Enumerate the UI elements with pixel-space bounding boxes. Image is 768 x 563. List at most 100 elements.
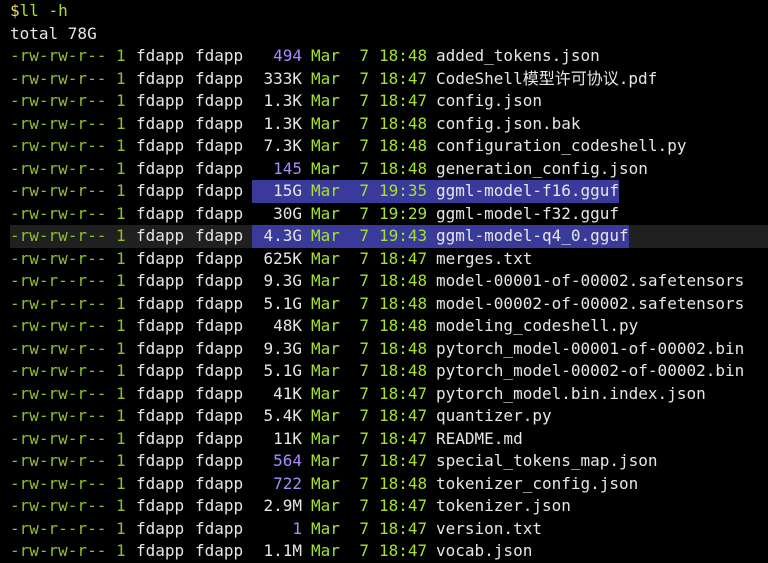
file-row[interactable]: -rw-rw-r-- 1 fdapp fdapp 4.3G Mar 7 19:43 ggml-m… <box>10 225 768 248</box>
file-link-count: 1 <box>116 46 126 65</box>
file-owner: fdapp <box>136 428 185 448</box>
file-permissions: -rw-rw-r-- <box>10 406 107 425</box>
file-owner: fdapp <box>136 136 185 155</box>
file-row[interactable]: -rw-rw-r-- 1 fdapp fdapp 2.9M Mar 7 18:47 tokeni… <box>10 495 768 518</box>
file-row[interactable]: -rw-rw-r-- 1 fdapp fdapp 625K Mar 7 18:47 merges… <box>10 248 768 271</box>
file-group: fdapp <box>195 518 244 538</box>
file-day: 7 <box>359 338 369 358</box>
file-group: fdapp <box>195 383 244 403</box>
file-row[interactable]: -rw-rw-r-- 1 fdapp fdapp 1.3K Mar 7 18:48 config… <box>10 113 768 136</box>
file-permissions: -rw-rw-r-- <box>10 181 107 200</box>
file-size: 722 <box>273 473 302 493</box>
file-time: 19:29 <box>379 203 428 223</box>
file-day: 7 <box>359 541 369 560</box>
file-month: Mar <box>311 46 340 65</box>
file-link-count: 1 <box>116 406 126 425</box>
file-row[interactable]: -rw-rw-r-- 1 fdapp fdapp 5.4K Mar 7 18:47 quanti… <box>10 405 768 428</box>
file-group: fdapp <box>195 473 244 493</box>
file-name: pytorch_model-00002-of-00002.bin <box>436 361 745 380</box>
file-day: 7 <box>359 68 369 88</box>
file-row[interactable]: -rw-rw-r-- 1 fdapp fdapp 30G Mar 7 19:29 ggml-mo… <box>10 203 768 226</box>
file-name: special_tokens_map.json <box>436 451 658 470</box>
file-group: fdapp <box>195 496 244 515</box>
prompt-sign: $ <box>10 1 20 20</box>
file-size: 145 <box>273 158 302 178</box>
file-link-count: 1 <box>116 316 126 335</box>
file-group: fdapp <box>195 271 244 290</box>
file-link-count: 1 <box>116 248 126 268</box>
file-row[interactable]: -rw-rw-r-- 1 fdapp fdapp 9.3G Mar 7 18:48 pytorc… <box>10 338 768 361</box>
file-month: Mar <box>311 316 340 335</box>
file-permissions: -rw-rw-r-- <box>10 383 107 403</box>
file-group: fdapp <box>195 113 244 133</box>
file-permissions: -rw-rw-r-- <box>10 428 107 448</box>
file-link-count: 1 <box>116 496 126 515</box>
file-row[interactable]: -rw-rw-r-- 1 fdapp fdapp 1.1M Mar 7 18:47 vocab.… <box>10 540 768 563</box>
file-link-count: 1 <box>116 158 126 178</box>
file-name: added_tokens.json <box>436 46 600 65</box>
file-permissions: -rw-rw-r-- <box>10 338 107 358</box>
file-row[interactable]: -rw-r--r-- 1 fdapp fdapp 9.3G Mar 7 18:48 model-… <box>10 270 768 293</box>
file-name: merges.txt <box>436 248 533 268</box>
file-permissions: -rw-rw-r-- <box>10 541 107 560</box>
file-permissions: -rw-r--r-- <box>10 293 107 313</box>
file-day: 7 <box>359 113 369 133</box>
file-month: Mar <box>311 361 340 380</box>
file-month: Mar <box>311 451 340 470</box>
file-owner: fdapp <box>136 541 185 560</box>
file-time: 18:48 <box>379 113 428 133</box>
terminal-window[interactable]: $ll -h total 78G -rw-rw-r-- 1 fdapp fdapp 49… <box>0 0 768 563</box>
file-row[interactable]: -rw-rw-r-- 1 fdapp fdapp 15G Mar 7 19:35 ggml-mo… <box>10 180 768 203</box>
file-time: 19:43 <box>369 225 427 248</box>
file-link-count: 1 <box>116 473 126 493</box>
file-time: 19:35 <box>369 180 427 203</box>
file-row[interactable]: -rw-r--r-- 1 fdapp fdapp 1 Mar 7 18:47 version.t… <box>10 518 768 541</box>
file-time: 18:47 <box>379 248 428 268</box>
file-day: 7 <box>359 203 369 223</box>
file-size: 494 <box>273 46 302 65</box>
file-row[interactable]: -rw-rw-r-- 1 fdapp fdapp 722 Mar 7 18:48 tokeniz… <box>10 473 768 496</box>
file-size: 9.3G <box>263 338 302 358</box>
file-day: 7 <box>359 451 369 470</box>
file-month: Mar <box>311 473 340 493</box>
file-row[interactable]: -rw-rw-r-- 1 fdapp fdapp 333K Mar 7 18:47 CodeSh… <box>10 68 768 91</box>
file-owner: fdapp <box>136 271 185 290</box>
file-row[interactable]: -rw-rw-r-- 1 fdapp fdapp 145 Mar 7 18:48 generat… <box>10 158 768 181</box>
file-permissions: -rw-rw-r-- <box>10 91 107 110</box>
file-row[interactable]: -rw-rw-r-- 1 fdapp fdapp 41K Mar 7 18:47 pytorch… <box>10 383 768 406</box>
file-link-count: 1 <box>116 293 126 313</box>
file-time: 18:48 <box>379 338 428 358</box>
file-link-count: 1 <box>116 361 126 380</box>
file-link-count: 1 <box>116 451 126 470</box>
file-link-count: 1 <box>116 541 126 560</box>
file-link-count: 1 <box>116 113 126 133</box>
file-link-count: 1 <box>116 68 126 88</box>
file-row[interactable]: -rw-rw-r-- 1 fdapp fdapp 5.1G Mar 7 18:48 pytorc… <box>10 360 768 383</box>
file-day: 7 <box>359 158 369 178</box>
file-day: 7 <box>350 180 369 203</box>
file-name: CodeShell模型许可协议.pdf <box>436 68 658 88</box>
file-link-count: 1 <box>116 226 126 245</box>
file-size: 1 <box>292 518 302 538</box>
file-owner: fdapp <box>136 473 185 493</box>
file-permissions: -rw-rw-r-- <box>10 451 107 470</box>
file-owner: fdapp <box>136 338 185 358</box>
file-time: 18:48 <box>379 46 428 65</box>
file-month: Mar <box>311 248 340 268</box>
file-row[interactable]: -rw-rw-r-- 1 fdapp fdapp 11K Mar 7 18:47 README.… <box>10 428 768 451</box>
file-permissions: -rw-r--r-- <box>10 271 107 290</box>
file-month: Mar <box>311 271 340 290</box>
file-time: 18:47 <box>379 496 428 515</box>
file-day: 7 <box>359 293 369 313</box>
file-time: 18:47 <box>379 91 428 110</box>
file-size: 1.3K <box>263 113 302 133</box>
file-row[interactable]: -rw-rw-r-- 1 fdapp fdapp 7.3K Mar 7 18:48 config… <box>10 135 768 158</box>
file-permissions: -rw-rw-r-- <box>10 158 107 178</box>
file-group: fdapp <box>195 451 244 470</box>
file-owner: fdapp <box>136 46 185 65</box>
file-row[interactable]: -rw-rw-r-- 1 fdapp fdapp 48K Mar 7 18:48 modelin… <box>10 315 768 338</box>
file-row[interactable]: -rw-rw-r-- 1 fdapp fdapp 1.3K Mar 7 18:47 config… <box>10 90 768 113</box>
file-row[interactable]: -rw-rw-r-- 1 fdapp fdapp 494 Mar 7 18:48 added_t… <box>10 45 768 68</box>
file-row[interactable]: -rw-r--r-- 1 fdapp fdapp 5.1G Mar 7 18:48 model-… <box>10 293 768 316</box>
file-row[interactable]: -rw-rw-r-- 1 fdapp fdapp 564 Mar 7 18:47 special… <box>10 450 768 473</box>
